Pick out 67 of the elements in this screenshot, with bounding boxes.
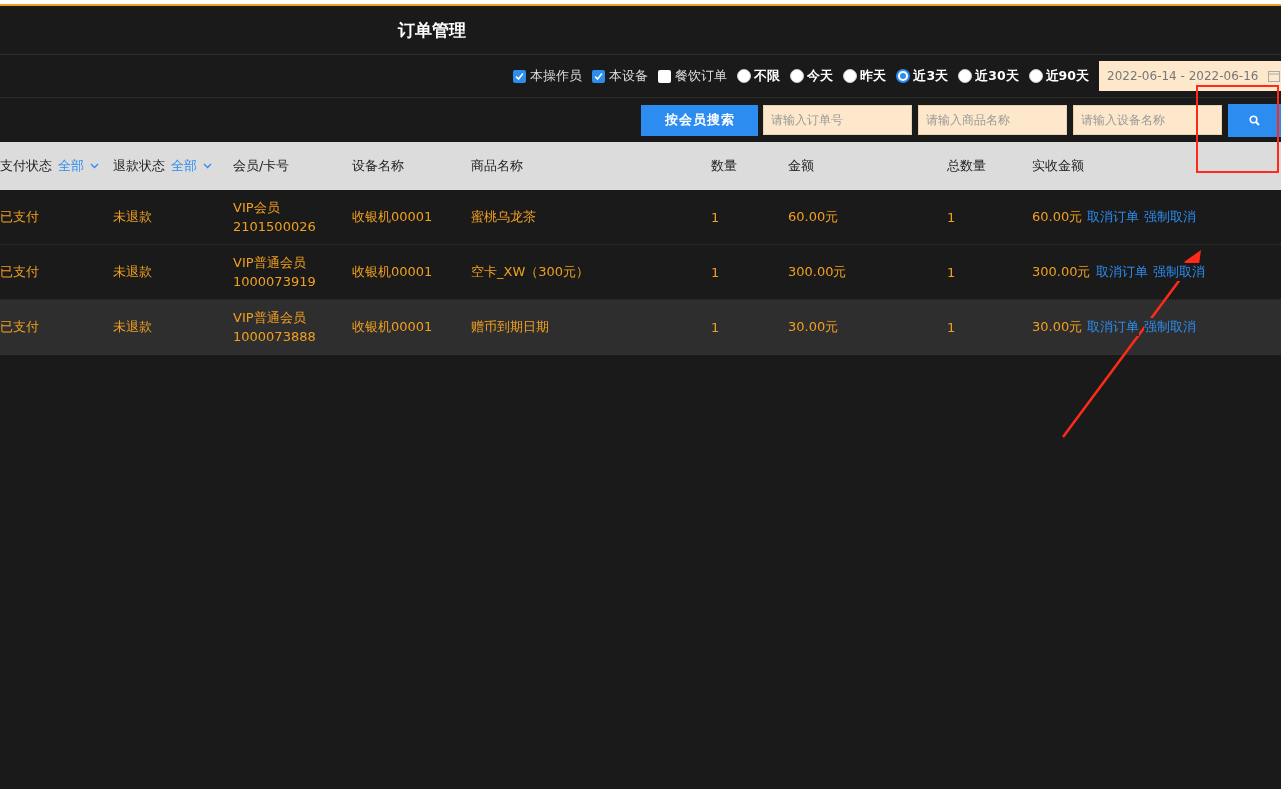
member-level: VIP普通会员 (233, 309, 307, 327)
chevron-down-icon[interactable] (203, 163, 212, 169)
table-cell: 空卡_XW（300元） (471, 263, 590, 281)
table-cell: 1 (947, 319, 956, 335)
column-header: 退款状态 (113, 157, 165, 175)
table-cell: 未退款 (113, 318, 152, 336)
column-header: 数量 (711, 157, 737, 175)
member-search-button[interactable]: 按会员搜索 (641, 104, 758, 136)
table-cell: 收银机00001 (352, 263, 433, 281)
table-cell: 1 (711, 319, 720, 335)
table-cell: 蜜桃乌龙茶 (471, 208, 536, 226)
table-cell: 收银机00001 (352, 208, 433, 226)
search-input[interactable]: 请输入商品名称 (918, 105, 1067, 135)
page-title: 订单管理 (398, 18, 466, 42)
table-cell: 30.00元 (1032, 318, 1083, 336)
card-number: 1000073919 (233, 273, 316, 291)
action-link[interactable]: 强制取消 (1144, 208, 1197, 226)
column-header: 会员/卡号 (233, 157, 290, 175)
radio-option[interactable]: 昨天 (843, 67, 887, 85)
table-cell: 60.00元 (788, 208, 839, 226)
card-number: 2101500026 (233, 218, 316, 236)
radio-option[interactable]: 近90天 (1028, 67, 1089, 85)
checkmark-icon (594, 71, 604, 81)
checkbox[interactable]: 本设备 (592, 67, 649, 85)
column-header: 设备名称 (352, 157, 404, 175)
column-header: 支付状态 (0, 157, 52, 175)
table-cell: 300.00元 (1032, 263, 1091, 281)
action-link[interactable]: 强制取消 (1144, 318, 1197, 336)
column-header: 实收金额 (1032, 157, 1084, 175)
column-header: 商品名称 (471, 157, 523, 175)
member-level: VIP普通会员 (233, 254, 307, 272)
table-cell: 已支付 (0, 318, 39, 336)
table-cell: 1 (711, 209, 720, 225)
action-link[interactable]: 取消订单 (1087, 318, 1140, 336)
table-cell: 已支付 (0, 208, 39, 226)
search-icon (1249, 114, 1260, 126)
calendar-icon (1268, 70, 1281, 82)
table-cell: 收银机00001 (352, 318, 433, 336)
search-input[interactable]: 请输入设备名称 (1073, 105, 1222, 135)
checkmark-icon (515, 71, 525, 81)
table-cell: 1 (711, 264, 720, 280)
radio-option[interactable]: 不限 (737, 67, 781, 85)
action-link[interactable]: 取消订单 (1095, 263, 1148, 281)
radio-option[interactable]: 近30天 (958, 67, 1019, 85)
table-cell: 已支付 (0, 263, 39, 281)
radio-option[interactable]: 近3天 (896, 67, 949, 85)
table-cell: 未退款 (113, 208, 152, 226)
column-header: 总数量 (947, 157, 986, 175)
action-link[interactable]: 强制取消 (1152, 263, 1205, 281)
column-header: 金额 (788, 157, 814, 175)
table-cell: 60.00元 (1032, 208, 1083, 226)
table-cell: 300.00元 (788, 263, 847, 281)
table-cell: 1 (947, 209, 956, 225)
search-button[interactable] (1228, 103, 1281, 137)
checkbox[interactable]: 本操作员 (513, 67, 583, 85)
date-range-field[interactable]: 2022-06-14 - 2022-06-16 (1099, 61, 1281, 91)
table-cell: 30.00元 (788, 318, 839, 336)
checkbox[interactable]: 餐饮订单 (658, 67, 728, 85)
radio-option[interactable]: 今天 (790, 67, 834, 85)
table-cell: 1 (947, 264, 956, 280)
card-number: 1000073888 (233, 328, 316, 346)
search-input[interactable]: 请输入订单号 (763, 105, 912, 135)
member-level: VIP会员 (233, 199, 281, 217)
chevron-down-icon[interactable] (90, 163, 99, 169)
table-cell: 未退款 (113, 263, 152, 281)
action-link[interactable]: 取消订单 (1087, 208, 1140, 226)
table-cell: 赠币到期日期 (471, 318, 549, 336)
